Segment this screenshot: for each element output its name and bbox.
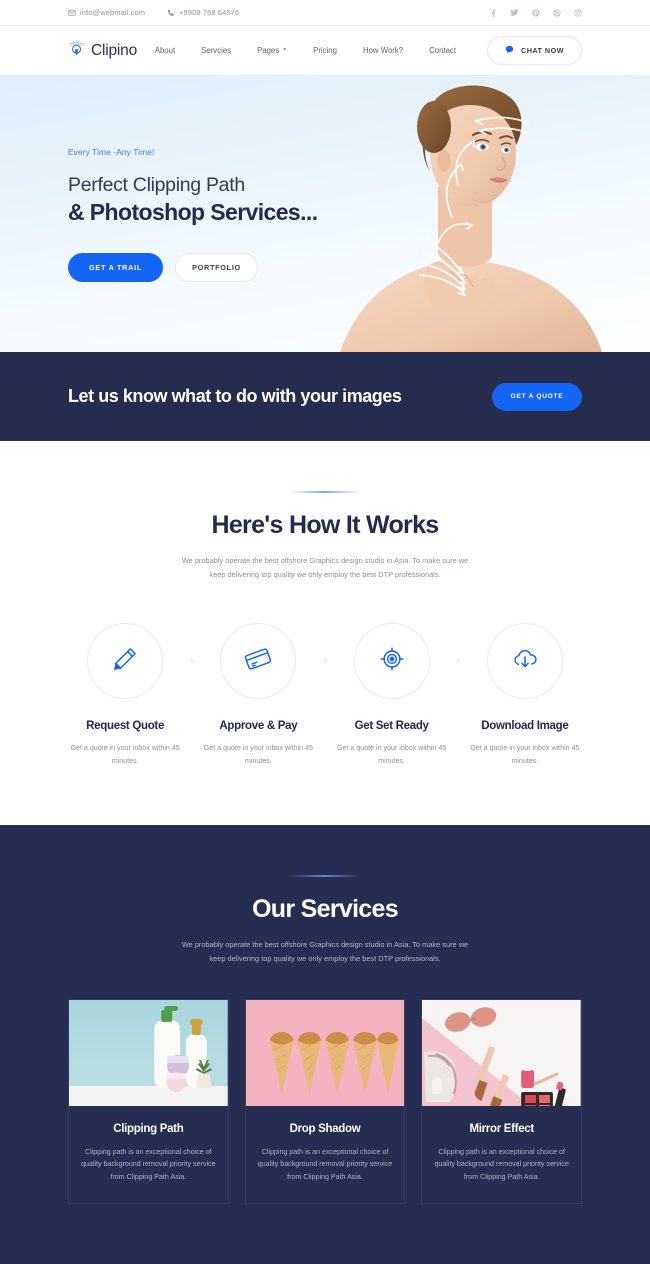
step-icon-circle: [353, 623, 430, 700]
card-title: Drop Shadow: [289, 1122, 361, 1135]
eyeshadow-palette: [521, 1091, 554, 1106]
steps-list: Request Quote Get a quote in your inbox …: [68, 623, 582, 825]
nav-label: Servcies: [201, 46, 232, 55]
service-card-mirror-effect[interactable]: Mirror Effect Clipping path is an except…: [421, 998, 583, 1204]
chat-bubble-icon: [505, 45, 514, 56]
nav-item-contact[interactable]: Contact: [416, 46, 469, 55]
nav-label: Contact: [429, 46, 456, 55]
phone-text: +9908 768 64576: [179, 8, 240, 17]
cosmetic-bottles-photo: [69, 999, 228, 1106]
step-title: Get Set Ready: [354, 720, 429, 733]
nav-label: Pages: [257, 46, 280, 55]
cta-title: Let us know what to do with your images: [68, 386, 402, 406]
nav-label: About: [154, 46, 176, 55]
nav-item-services[interactable]: Servcies: [188, 46, 244, 55]
nav-item-pricing[interactable]: Pricing: [300, 46, 350, 55]
how-it-works-section: Here's How It Works We probably operate …: [0, 441, 650, 825]
card-body: Clipping Path Clipping path is an except…: [69, 1106, 228, 1203]
nav-label: Pricing: [313, 46, 337, 55]
cloud-download-icon: [511, 645, 539, 678]
hero-model-photo: [340, 85, 602, 352]
nav-item-pages[interactable]: Pages ▼: [244, 46, 300, 55]
nav-item-how-work[interactable]: How Work?: [350, 46, 416, 55]
step-description: Get a quote in your inbox within 45 minu…: [203, 744, 313, 765]
credit-card-icon: [244, 645, 272, 678]
hero-section: Every Time -Any Time! Perfect Clipping P…: [0, 75, 650, 352]
get-a-quote-button[interactable]: GET A QUOTE: [492, 382, 582, 411]
chevron-down-icon: ▼: [282, 46, 288, 53]
logo-text: Clipino: [91, 41, 137, 59]
pen-nib-logo-icon: [68, 41, 85, 60]
email-contact[interactable]: info@webmail.com: [68, 8, 145, 17]
phone-contact[interactable]: +9908 768 64576: [167, 8, 239, 17]
card-description: Clipping path is an exceptional choice o…: [81, 1147, 216, 1182]
services-header: Our Services We probably operate the bes…: [68, 875, 582, 965]
services-section: Our Services We probably operate the bes…: [0, 825, 650, 1264]
hero-eyebrow: Every Time -Any Time!: [68, 147, 155, 157]
section-divider: [289, 491, 361, 493]
ice-cream-cones-photo: [245, 999, 405, 1106]
dribbble-icon[interactable]: [553, 8, 561, 17]
card-body: Mirror Effect Clipping path is an except…: [422, 1106, 581, 1203]
nav-label: How Work?: [362, 46, 404, 55]
step-approve-and-pay[interactable]: Approve & Pay Get a quote in your inbox …: [201, 623, 315, 767]
beauty-accessories-photo: [422, 999, 582, 1106]
step-title: Download Image: [481, 720, 569, 733]
page-root: info@webmail.com +9908 768 64576 Clipino…: [0, 0, 650, 1264]
step-chevron-icon: ›: [190, 655, 194, 666]
how-it-works-subtitle: We probably operate the best offshore Gr…: [181, 556, 469, 579]
step-request-quote[interactable]: Request Quote Get a quote in your inbox …: [68, 623, 182, 767]
card-title: Mirror Effect: [469, 1122, 534, 1135]
service-card-clipping-path[interactable]: Clipping Path Clipping path is an except…: [68, 998, 229, 1204]
pinterest-icon[interactable]: [532, 8, 540, 17]
email-text: info@webmail.com: [80, 8, 146, 17]
get-a-trail-button[interactable]: GET A TRAIL: [68, 253, 163, 283]
card-description: Clipping path is an exceptional choice o…: [434, 1147, 569, 1182]
service-cards: Clipping Path Clipping path is an except…: [68, 998, 583, 1204]
hero-title-line-1: Perfect Clipping Path: [68, 174, 245, 196]
how-it-works-header: Here's How It Works We probably operate …: [68, 491, 582, 581]
service-card-drop-shadow[interactable]: Drop Shadow Clipping path is an exceptio…: [244, 998, 406, 1204]
instagram-icon[interactable]: [574, 9, 582, 17]
step-description: Get a quote in your inbox within 45 minu…: [70, 744, 180, 765]
hero-copy: Every Time -Any Time! Perfect Clipping P…: [68, 147, 318, 283]
services-title: Our Services: [252, 895, 399, 924]
step-get-set-ready[interactable]: Get Set Ready Get a quote in your inbox …: [335, 623, 449, 767]
nav-item-about[interactable]: About: [142, 46, 188, 55]
step-download-image[interactable]: Download Image Get a quote in your inbox…: [468, 623, 582, 767]
step-icon-circle: [486, 623, 563, 700]
site-header: Clipino About Servcies Pages ▼ Pricing Ho…: [0, 26, 650, 75]
logo[interactable]: Clipino: [68, 41, 137, 60]
step-icon-circle: [220, 623, 297, 700]
step-title: Approve & Pay: [219, 720, 298, 733]
step-description: Get a quote in your inbox within 45 minu…: [337, 744, 447, 765]
envelope-icon: [68, 9, 76, 17]
hero-buttons: GET A TRAIL PORTFOLIO: [68, 253, 318, 283]
social-links: [489, 8, 582, 17]
cta-band: Let us know what to do with your images …: [0, 352, 650, 441]
main-nav: About Servcies Pages ▼ Pricing How Work? …: [142, 36, 582, 65]
card-title: Clipping Path: [113, 1122, 184, 1135]
card-description: Clipping path is an exceptional choice o…: [257, 1147, 393, 1182]
step-description: Get a quote in your inbox within 45 minu…: [470, 744, 580, 765]
top-bar-contacts: info@webmail.com +9908 768 64576: [68, 8, 239, 17]
pencil-icon: [111, 645, 139, 678]
facebook-icon[interactable]: [489, 9, 497, 17]
section-divider: [289, 875, 361, 878]
hero-title-line-2: & Photoshop Services...: [68, 199, 318, 226]
services-subtitle: We probably operate the best offshore Gr…: [181, 940, 469, 963]
step-title: Request Quote: [86, 720, 165, 733]
top-bar: info@webmail.com +9908 768 64576: [0, 0, 650, 26]
twitter-icon[interactable]: [510, 8, 519, 17]
step-chevron-icon: ›: [456, 655, 460, 666]
step-chevron-icon: ›: [323, 655, 327, 666]
how-it-works-title: Here's How It Works: [211, 511, 440, 539]
phone-icon: [167, 9, 175, 17]
target-icon: [378, 645, 406, 678]
chat-now-button[interactable]: CHAT NOW: [487, 36, 582, 65]
chat-now-label: CHAT NOW: [521, 46, 564, 55]
card-body: Drop Shadow Clipping path is an exceptio…: [246, 1106, 405, 1203]
step-icon-circle: [87, 623, 164, 700]
portfolio-button[interactable]: PORTFOLIO: [175, 253, 258, 283]
